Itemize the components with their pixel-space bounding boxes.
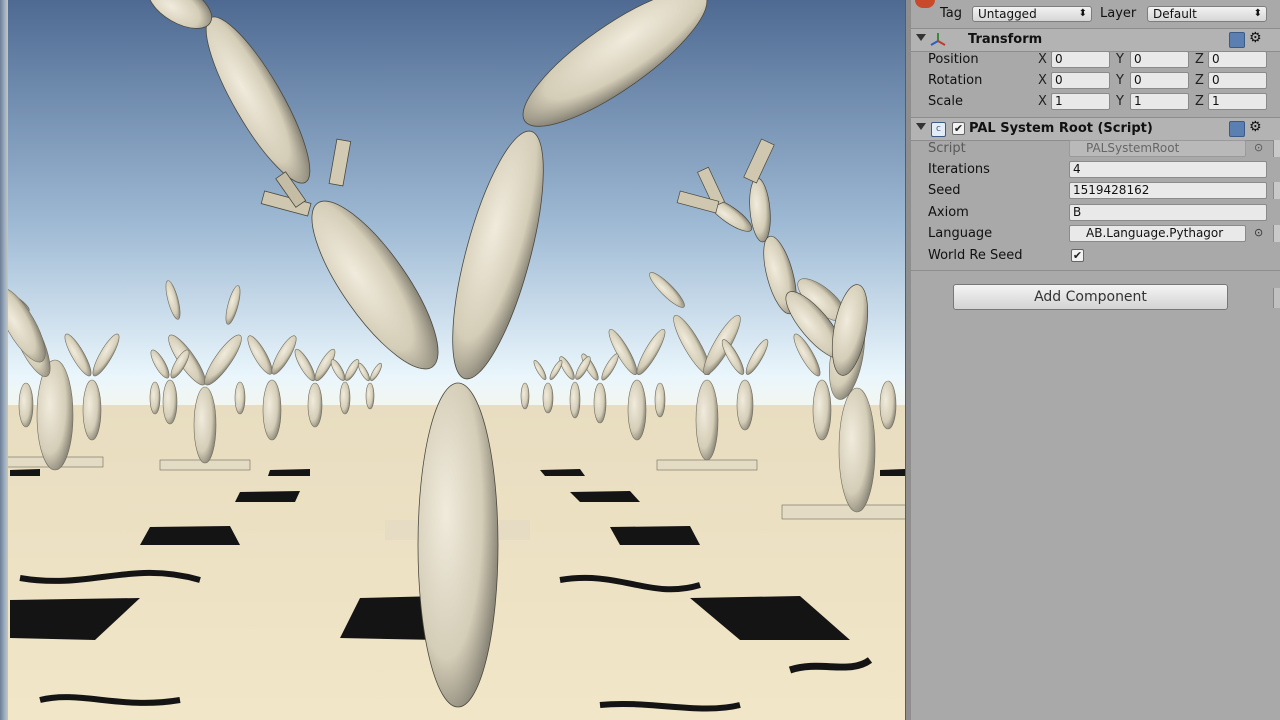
- language-row: Language AB.Language.Pythagor ⊙: [911, 223, 1280, 244]
- scale-label: Scale: [928, 94, 963, 109]
- scale-row: Scale X 1 Y 1 Z 1: [911, 91, 1280, 112]
- script-value: PALSystemRoot: [1086, 141, 1180, 155]
- language-field[interactable]: AB.Language.Pythagor: [1069, 225, 1246, 242]
- iterations-label: Iterations: [928, 162, 990, 177]
- rotation-label: Rotation: [928, 73, 983, 88]
- overflow-edge: [1273, 140, 1280, 157]
- gameobject-icon: [915, 0, 935, 8]
- position-label: Position: [928, 52, 979, 67]
- seed-field[interactable]: 1519428162: [1069, 182, 1267, 199]
- layer-label: Layer: [1100, 6, 1137, 21]
- scene-viewport[interactable]: [0, 0, 907, 720]
- collapse-caret-icon[interactable]: [916, 34, 926, 41]
- overflow-edge: [1273, 225, 1280, 242]
- script-icon: c: [931, 122, 946, 137]
- rotation-z-field[interactable]: 0: [1208, 72, 1267, 89]
- scale-y-label: Y: [1116, 94, 1124, 109]
- object-picker-icon[interactable]: ⊙: [1254, 141, 1263, 154]
- world-re-seed-row: World Re Seed ✔: [911, 245, 1280, 266]
- position-y-field[interactable]: 0: [1130, 51, 1189, 68]
- help-book-icon[interactable]: [1229, 121, 1245, 137]
- rotation-row: Rotation X 0 Y 0 Z 0: [911, 70, 1280, 91]
- script-label: Script: [928, 141, 966, 156]
- scene-render: [0, 0, 907, 720]
- rotation-y-field[interactable]: 0: [1130, 72, 1189, 89]
- rotation-x-field[interactable]: 0: [1051, 72, 1110, 89]
- rotation-x-label: X: [1038, 73, 1047, 88]
- dropdown-arrow-icon: ⬍: [1078, 8, 1087, 19]
- seed-row: Seed 1519428162: [911, 180, 1280, 201]
- script-row: Script PALSystemRoot ⊙: [911, 138, 1280, 159]
- position-z-field[interactable]: 0: [1208, 51, 1267, 68]
- script-field: PALSystemRoot: [1069, 140, 1246, 157]
- position-x-label: X: [1038, 52, 1047, 67]
- language-label: Language: [928, 226, 993, 241]
- axiom-field[interactable]: B: [1069, 204, 1267, 221]
- inspector-panel: Tag Untagged ⬍ Layer Default ⬍ Transform…: [911, 0, 1280, 720]
- iterations-row: Iterations 4: [911, 159, 1280, 180]
- scale-y-field[interactable]: 1: [1130, 93, 1189, 110]
- help-book-icon[interactable]: [1229, 32, 1245, 48]
- divider-line: [911, 270, 1280, 271]
- tag-dropdown[interactable]: Untagged ⬍: [972, 6, 1092, 22]
- position-z-label: Z: [1195, 52, 1204, 67]
- seed-label: Seed: [928, 183, 961, 198]
- scale-x-field[interactable]: 1: [1051, 93, 1110, 110]
- scale-x-label: X: [1038, 94, 1047, 109]
- position-row: Position X 0 Y 0 Z 0: [911, 49, 1280, 70]
- add-component-button[interactable]: Add Component: [953, 284, 1228, 310]
- layer-value: Default: [1153, 7, 1197, 21]
- scale-z-label: Z: [1195, 94, 1204, 109]
- layer-dropdown[interactable]: Default ⬍: [1147, 6, 1267, 22]
- transform-icon: [930, 33, 946, 46]
- world-re-seed-label: World Re Seed: [928, 248, 1023, 263]
- dropdown-arrow-icon: ⬍: [1253, 8, 1262, 19]
- pal-system-root-title: PAL System Root (Script): [969, 121, 1153, 136]
- scale-z-field[interactable]: 1: [1208, 93, 1267, 110]
- iterations-field[interactable]: 4: [1069, 161, 1267, 178]
- gear-icon[interactable]: ⚙: [1249, 30, 1262, 46]
- tag-label: Tag: [940, 6, 963, 21]
- object-picker-icon[interactable]: ⊙: [1254, 226, 1263, 239]
- position-x-field[interactable]: 0: [1051, 51, 1110, 68]
- gear-icon[interactable]: ⚙: [1249, 119, 1262, 135]
- window-left-edge: [0, 0, 8, 720]
- overflow-edge: [1273, 182, 1280, 199]
- overflow-edge: [1273, 288, 1280, 308]
- transform-title: Transform: [968, 32, 1043, 47]
- tag-value: Untagged: [978, 7, 1037, 21]
- rotation-y-label: Y: [1116, 73, 1124, 88]
- axiom-row: Axiom B: [911, 202, 1280, 223]
- world-re-seed-checkbox[interactable]: ✔: [1071, 249, 1084, 262]
- collapse-caret-icon[interactable]: [916, 123, 926, 130]
- rotation-z-label: Z: [1195, 73, 1204, 88]
- tag-layer-row: Tag Untagged ⬍ Layer Default ⬍: [911, 0, 1280, 25]
- component-enabled-checkbox[interactable]: ✔: [952, 122, 965, 135]
- axiom-label: Axiom: [928, 205, 969, 220]
- language-value: AB.Language.Pythagor: [1086, 226, 1224, 240]
- position-y-label: Y: [1116, 52, 1124, 67]
